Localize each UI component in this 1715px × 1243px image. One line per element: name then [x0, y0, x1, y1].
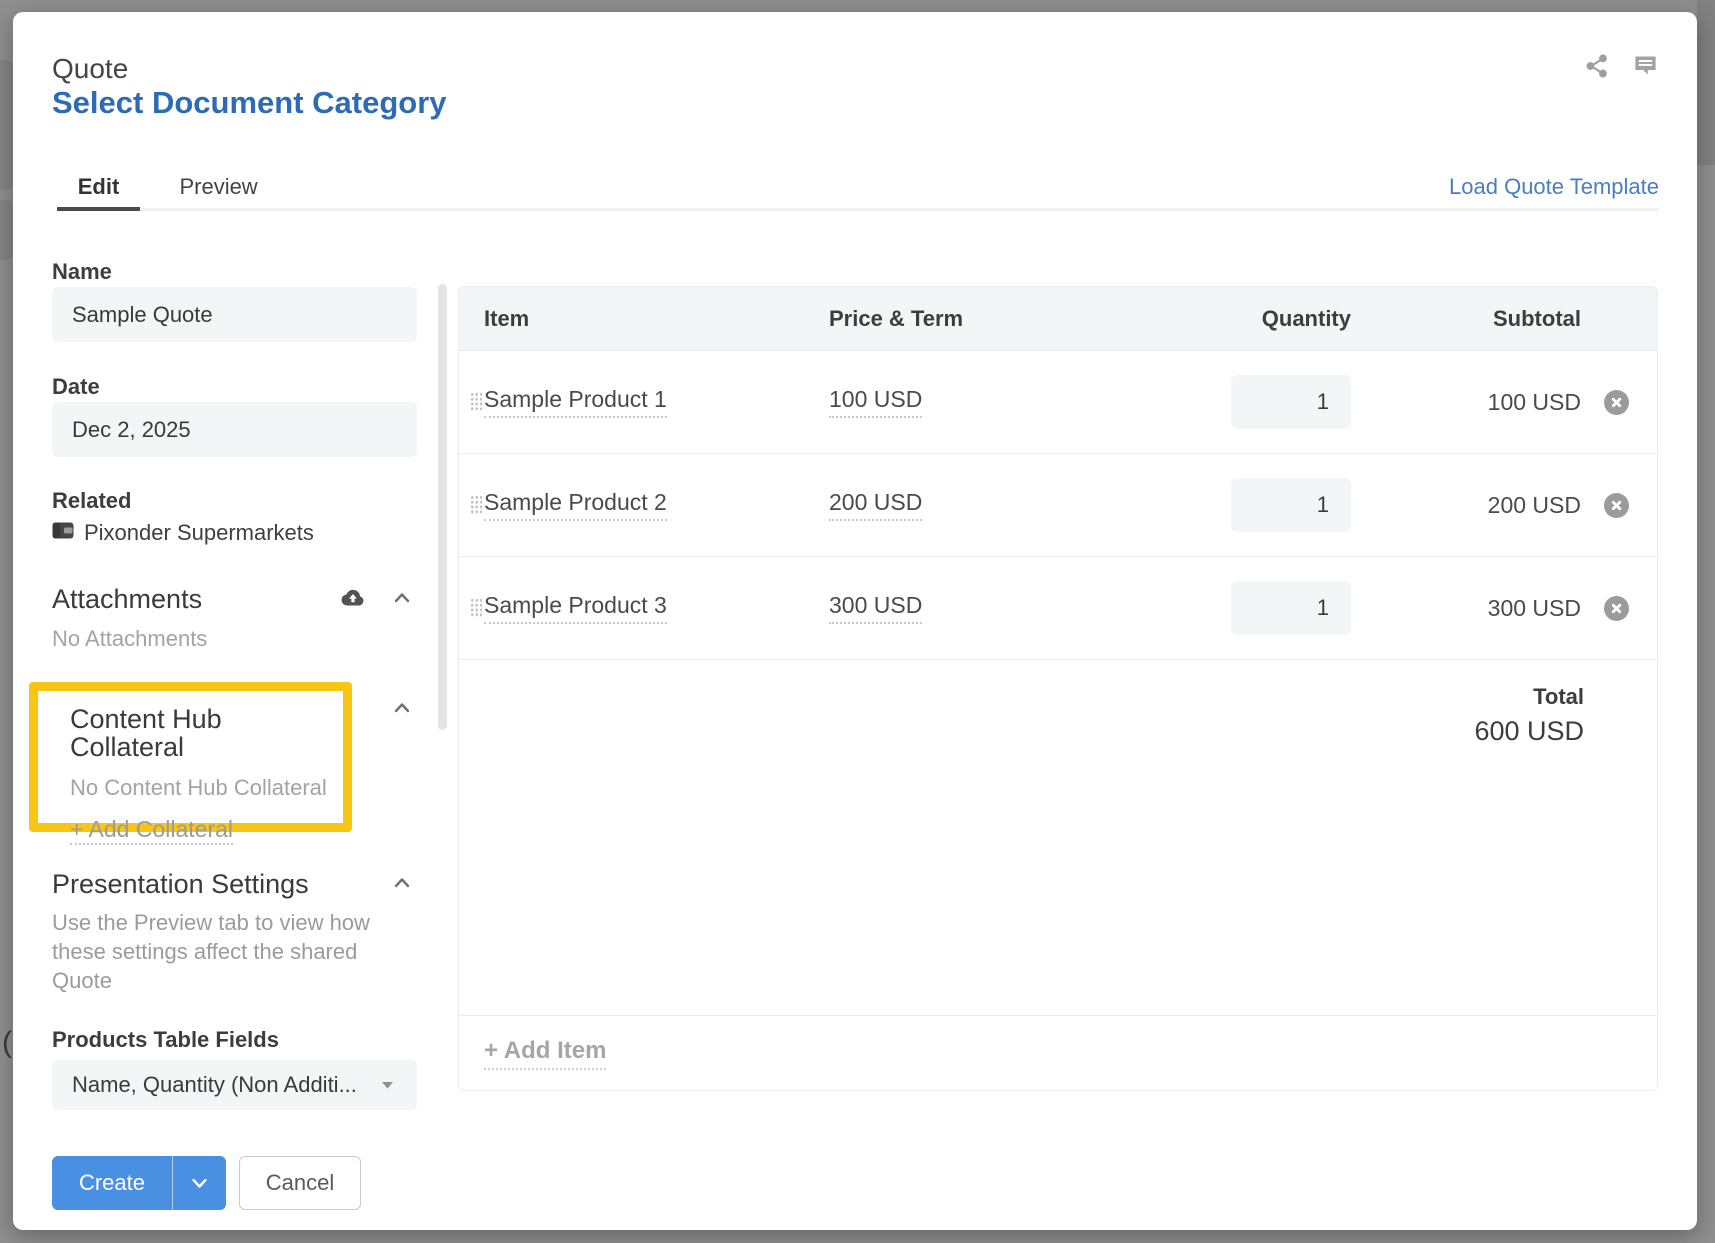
drag-handle-icon[interactable] [470, 392, 482, 412]
modal-context-label: Quote [52, 53, 128, 85]
quantity-input[interactable]: 1 [1231, 581, 1351, 635]
drag-handle-icon[interactable] [470, 495, 482, 515]
item-name-link[interactable]: Sample Product 1 [484, 386, 667, 418]
comment-icon[interactable] [1632, 52, 1659, 79]
price-term-link[interactable]: 300 USD [829, 592, 922, 624]
attachments-section-header: Attachments [52, 583, 417, 615]
content-hub-collateral-empty-text: No Content Hub Collateral [70, 777, 343, 799]
related-record[interactable]: Pixonder Supermarkets [52, 521, 417, 545]
table-row: Sample Product 2 200 USD 1 200 USD [459, 454, 1657, 557]
page-title: Select Document Category [52, 85, 447, 121]
name-label: Name [52, 259, 417, 285]
presentation-settings-title: Presentation Settings [52, 869, 394, 900]
tab-preview[interactable]: Preview [179, 162, 257, 208]
remove-item-button[interactable] [1604, 390, 1629, 415]
background-card-fragment [0, 200, 13, 260]
create-split-button: Create [52, 1156, 226, 1210]
subtotal-value: 300 USD [1351, 595, 1581, 622]
related-label: Related [52, 488, 417, 514]
subtotal-value: 200 USD [1351, 492, 1581, 519]
items-table-header: Item Price & Term Quantity Subtotal [459, 287, 1657, 351]
attachments-empty-text: No Attachments [52, 627, 417, 651]
item-name-link[interactable]: Sample Product 3 [484, 592, 667, 624]
quantity-input[interactable]: 1 [1231, 375, 1351, 429]
products-table-fields-select[interactable]: Name, Quantity (Non Additi... [52, 1060, 417, 1110]
tab-edit[interactable]: Edit [57, 162, 140, 208]
date-input[interactable]: Dec 2, 2025 [52, 402, 417, 457]
remove-item-button[interactable] [1604, 596, 1629, 621]
attachments-collapse-chevron-up-icon[interactable] [394, 590, 410, 608]
cancel-button[interactable]: Cancel [239, 1156, 361, 1210]
attachments-title: Attachments [52, 584, 341, 615]
content-hub-collateral-title: Content Hub Collateral [70, 705, 343, 761]
chevron-down-icon [192, 1179, 207, 1188]
column-header-subtotal: Subtotal [1351, 306, 1581, 332]
drag-handle-icon[interactable] [470, 598, 482, 618]
related-record-name: Pixonder Supermarkets [84, 520, 314, 546]
table-row: Sample Product 3 300 USD 1 300 USD [459, 557, 1657, 660]
price-term-link[interactable]: 100 USD [829, 386, 922, 418]
background-card-fragment [1697, 0, 1715, 165]
chevron-down-icon [382, 1082, 393, 1089]
background-card-fragment [0, 60, 13, 190]
products-table-fields-label: Products Table Fields [52, 1028, 417, 1052]
presentation-collapse-chevron-up-icon[interactable] [394, 875, 410, 893]
item-name-link[interactable]: Sample Product 2 [484, 489, 667, 521]
subtotal-value: 100 USD [1351, 389, 1581, 416]
column-header-quantity: Quantity [1169, 306, 1351, 332]
price-term-link[interactable]: 200 USD [829, 489, 922, 521]
create-button[interactable]: Create [52, 1156, 173, 1210]
share-icon[interactable] [1584, 53, 1610, 79]
quote-items-table: Item Price & Term Quantity Subtotal Samp… [458, 286, 1658, 1091]
products-table-fields-value: Name, Quantity (Non Additi... [72, 1072, 357, 1097]
add-item-link[interactable]: + Add Item [484, 1037, 606, 1070]
collateral-collapse-chevron-up-icon[interactable] [394, 700, 410, 718]
quantity-input[interactable]: 1 [1231, 478, 1351, 532]
total-section: Total 600 USD [459, 660, 1657, 1015]
add-item-row: + Add Item [459, 1015, 1657, 1091]
presentation-settings-description: Use the Preview tab to view how these se… [52, 908, 397, 995]
background-partial-glyph: ( [2, 1026, 12, 1060]
total-value: 600 USD [459, 716, 1584, 747]
quote-form-panel: Name Sample Quote Date Dec 2, 2025 Relat… [52, 259, 417, 1210]
content-hub-collateral-highlight-box: Content Hub Collateral No Content Hub Co… [29, 682, 352, 832]
presentation-settings-header: Presentation Settings [52, 868, 417, 900]
add-collateral-link[interactable]: + Add Collateral [70, 817, 233, 845]
column-header-item: Item [484, 306, 829, 332]
upload-cloud-icon[interactable] [341, 588, 365, 611]
tab-bar: Edit Preview Load Quote Template [57, 162, 1659, 211]
create-options-dropdown-button[interactable] [173, 1156, 226, 1210]
name-input[interactable]: Sample Quote [52, 287, 417, 342]
column-header-price-term: Price & Term [829, 306, 1169, 332]
load-quote-template-link[interactable]: Load Quote Template [1449, 174, 1659, 200]
date-label: Date [52, 374, 417, 400]
quote-modal: Quote Select Document Category Ed [13, 12, 1697, 1230]
wallet-icon [52, 520, 74, 547]
table-row: Sample Product 1 100 USD 1 100 USD [459, 351, 1657, 454]
total-label: Total [459, 684, 1584, 710]
panel-scrollbar[interactable] [438, 284, 447, 730]
remove-item-button[interactable] [1604, 493, 1629, 518]
